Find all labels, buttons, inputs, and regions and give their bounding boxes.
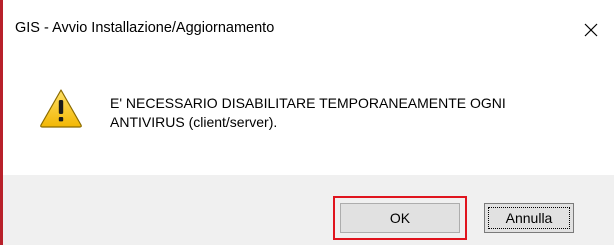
dialog-content: E' NECESSARIO DISABILITARE TEMPORANEAMEN… [3, 52, 614, 175]
ok-button[interactable]: OK [340, 203, 460, 233]
close-button[interactable] [568, 12, 614, 48]
message-line-2: ANTIVIRUS (client/server). [110, 114, 278, 130]
title-bar[interactable]: GIS - Avvio Installazione/Aggiornamento [3, 0, 614, 52]
button-bar: OK Annulla [3, 175, 614, 245]
cancel-button[interactable]: Annulla [484, 203, 574, 233]
window-title: GIS - Avvio Installazione/Aggiornamento [15, 20, 275, 36]
dialog-message: E' NECESSARIO DISABILITARE TEMPORANEAMEN… [110, 94, 590, 132]
message-line-1: E' NECESSARIO DISABILITARE TEMPORANEAMEN… [110, 95, 506, 111]
close-icon [584, 23, 598, 37]
warning-icon [40, 89, 82, 128]
message-dialog: GIS - Avvio Installazione/Aggiornamento … [0, 0, 614, 245]
cancel-button-label: Annulla [505, 210, 553, 226]
ok-button-label: OK [389, 210, 411, 226]
